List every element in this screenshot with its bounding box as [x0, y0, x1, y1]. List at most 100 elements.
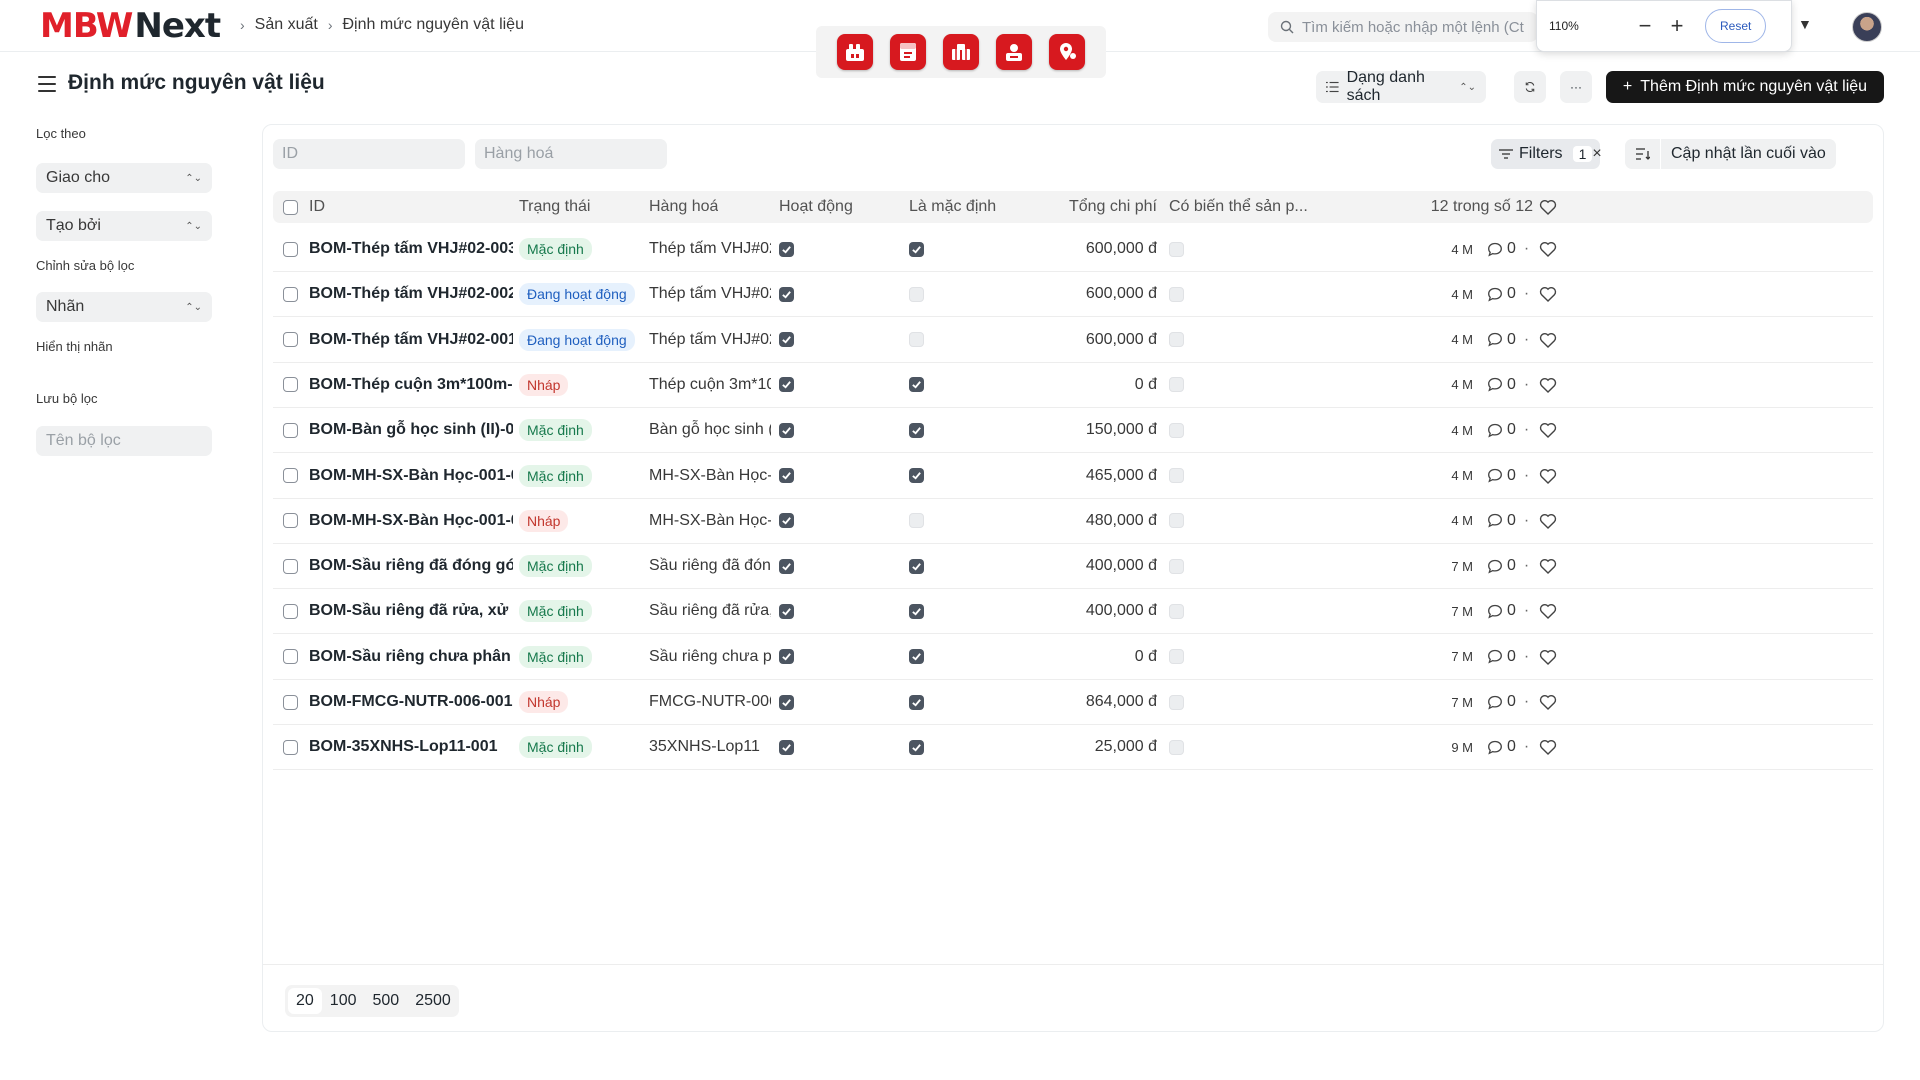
add-bom-button[interactable]: + Thêm Định mức nguyên vật liệu [1606, 71, 1884, 103]
zoom-in-button[interactable]: + [1661, 15, 1693, 37]
column-header-cost[interactable]: Tổng chi phí [1039, 191, 1157, 223]
bom-id-link[interactable]: BOM-Sầu riêng đã đóng gói-001 [309, 544, 513, 588]
bom-id-link[interactable]: BOM-Thép cuộn 3m*100m-001 [309, 363, 513, 407]
view-switcher-button[interactable]: Dạng danh sách ⌃⌄ [1316, 69, 1486, 104]
show-tags-link[interactable]: Hiển thị nhãn [36, 339, 113, 354]
row-checkbox[interactable] [283, 694, 298, 710]
bom-id-link[interactable]: BOM-Thép tấm VHJ#02-002 [309, 272, 513, 316]
comment-count[interactable]: 0 · [1487, 408, 1529, 452]
column-header-status[interactable]: Trạng thái [519, 191, 590, 223]
zoom-out-button[interactable]: − [1629, 15, 1661, 37]
table-header: ID Trạng thái Hàng hoá Hoạt động Là mặc … [273, 191, 1873, 223]
table-row[interactable]: BOM-Sầu riêng chưa phân loại (I Mặc định S… [273, 635, 1873, 680]
heart-icon[interactable] [1539, 454, 1557, 498]
row-checkbox[interactable] [283, 649, 298, 665]
id-filter-input[interactable]: ID [273, 139, 465, 169]
comment-count[interactable]: 0 · [1487, 544, 1529, 588]
comment-count[interactable]: 0 · [1487, 725, 1529, 769]
bom-id-link[interactable]: BOM-Bàn gỗ học sinh (II)-002 [309, 408, 513, 452]
table-row[interactable]: BOM-Thép cuộn 3m*100m-001 Nháp Thép cuộn 3… [273, 363, 1873, 408]
comment-count[interactable]: 0 · [1487, 454, 1529, 498]
sort-button[interactable]: Cập nhật lần cuối vào [1625, 139, 1836, 169]
sort-order-icon[interactable] [1625, 139, 1661, 169]
row-checkbox[interactable] [283, 739, 298, 755]
item-cell: Thép tấm VHJ#02 [649, 330, 771, 348]
page-size-100[interactable]: 100 [322, 985, 365, 1017]
app-logo[interactable]: MBW Next [40, 6, 221, 46]
table-row[interactable]: BOM-Bàn gỗ học sinh (II)-002 Mặc định Bàn … [273, 408, 1873, 454]
row-checkbox[interactable] [283, 422, 298, 438]
caret-down-icon[interactable]: ▼ [1798, 16, 1812, 32]
heart-icon[interactable] [1539, 680, 1557, 724]
tags-select[interactable]: Nhãn ⌃⌄ [36, 292, 212, 322]
menu-icon[interactable] [38, 76, 56, 92]
comment-count[interactable]: 0 · [1487, 499, 1529, 543]
row-checkbox[interactable] [283, 468, 298, 483]
heart-icon[interactable] [1539, 272, 1557, 316]
table-row[interactable]: BOM-Sầu riêng đã đóng gói-001 Mặc định Sầu… [273, 544, 1873, 590]
column-header-active[interactable]: Hoạt động [779, 191, 853, 223]
column-header-variant[interactable]: Có biến thể sản p... [1169, 191, 1309, 223]
row-checkbox[interactable] [283, 286, 298, 302]
row-checkbox[interactable] [283, 513, 298, 529]
page-size-2500[interactable]: 2500 [407, 985, 459, 1017]
more-actions-button[interactable]: ··· [1560, 71, 1592, 103]
comment-count[interactable]: 0 · [1487, 589, 1529, 633]
table-row[interactable]: BOM-FMCG-NUTR-006-001 Nháp FMCG-NUTR-006 86… [273, 680, 1873, 725]
heart-icon[interactable] [1539, 318, 1557, 362]
heart-icon[interactable] [1539, 635, 1557, 679]
bom-id-link[interactable]: BOM-MH-SX-Bàn Học-001-002 [309, 499, 513, 543]
clear-filters-button[interactable]: × [1583, 139, 1611, 169]
table-row[interactable]: BOM-Thép tấm VHJ#02-003 Mặc định Thép tấm … [273, 227, 1873, 272]
table-row[interactable]: BOM-MH-SX-Bàn Học-001-002 Nháp MH-SX-Bàn H… [273, 499, 1873, 544]
select-all-checkbox[interactable] [283, 199, 298, 215]
bom-id-link[interactable]: BOM-35XNHS-Lop11-001 [309, 725, 513, 769]
search-bar[interactable]: Tìm kiếm hoặc nhập một lệnh (Ct [1268, 12, 1538, 42]
comment-count[interactable]: 0 · [1487, 272, 1529, 316]
created-by-select[interactable]: Tạo bởi ⌃⌄ [36, 211, 212, 241]
table-row[interactable]: BOM-35XNHS-Lop11-001 Mặc định 35XNHS-Lop11… [273, 725, 1873, 771]
heart-icon[interactable] [1539, 499, 1557, 543]
row-checkbox[interactable] [283, 332, 298, 348]
comment-count[interactable]: 0 · [1487, 680, 1529, 724]
heart-icon[interactable] [1539, 191, 1557, 223]
bom-id-link[interactable]: BOM-Sầu riêng chưa phân loại (I [309, 635, 513, 679]
bom-id-link[interactable]: BOM-FMCG-NUTR-006-001 [309, 680, 513, 724]
row-checkbox[interactable] [283, 558, 298, 574]
zoom-reset-button[interactable]: Reset [1705, 9, 1767, 43]
filter-name-input[interactable]: Tên bộ lọc [36, 426, 212, 456]
column-header-default[interactable]: Là mặc định [909, 191, 996, 223]
refresh-button[interactable] [1514, 71, 1546, 103]
table-row[interactable]: BOM-Thép tấm VHJ#02-002 Đang hoạt động Thé… [273, 272, 1873, 318]
breadcrumb-item-manufacturing[interactable]: Sản xuất [255, 16, 318, 34]
bom-id-link[interactable]: BOM-MH-SX-Bàn Học-001-001 [309, 454, 513, 498]
heart-icon[interactable] [1539, 408, 1557, 452]
heart-icon[interactable] [1539, 725, 1557, 769]
user-avatar[interactable] [1852, 12, 1882, 42]
heart-icon[interactable] [1539, 544, 1557, 588]
page-size-20[interactable]: 20 [288, 988, 322, 1014]
heart-icon[interactable] [1539, 589, 1557, 633]
bom-id-link[interactable]: BOM-Thép tấm VHJ#02-001 [309, 318, 513, 362]
assigned-to-select[interactable]: Giao cho ⌃⌄ [36, 163, 212, 193]
comment-count[interactable]: 0 · [1487, 635, 1529, 679]
bom-id-link[interactable]: BOM-Thép tấm VHJ#02-003 [309, 227, 513, 271]
edit-filters-link[interactable]: Chỉnh sửa bộ lọc [36, 258, 134, 273]
table-row[interactable]: BOM-Sầu riêng đã rửa, xử lý hóa Mặc định S… [273, 589, 1873, 635]
comment-count[interactable]: 0 · [1487, 318, 1529, 362]
bom-id-link[interactable]: BOM-Sầu riêng đã rửa, xử lý hóa [309, 589, 513, 633]
heart-icon[interactable] [1539, 227, 1557, 271]
item-filter-input[interactable]: Hàng hoá [475, 139, 667, 169]
heart-icon[interactable] [1539, 363, 1557, 407]
page-size-500[interactable]: 500 [365, 985, 408, 1017]
breadcrumb-item-bom[interactable]: Định mức nguyên vật liệu [343, 16, 524, 34]
column-header-item[interactable]: Hàng hoá [649, 191, 718, 223]
row-checkbox[interactable] [283, 241, 298, 257]
comment-count[interactable]: 0 · [1487, 227, 1529, 271]
row-checkbox[interactable] [283, 603, 298, 619]
row-checkbox[interactable] [283, 377, 298, 393]
table-row[interactable]: BOM-Thép tấm VHJ#02-001 Đang hoạt động Thé… [273, 318, 1873, 363]
comment-count[interactable]: 0 · [1487, 363, 1529, 407]
table-row[interactable]: BOM-MH-SX-Bàn Học-001-001 Mặc định MH-SX-B… [273, 454, 1873, 499]
column-header-id[interactable]: ID [309, 191, 325, 223]
